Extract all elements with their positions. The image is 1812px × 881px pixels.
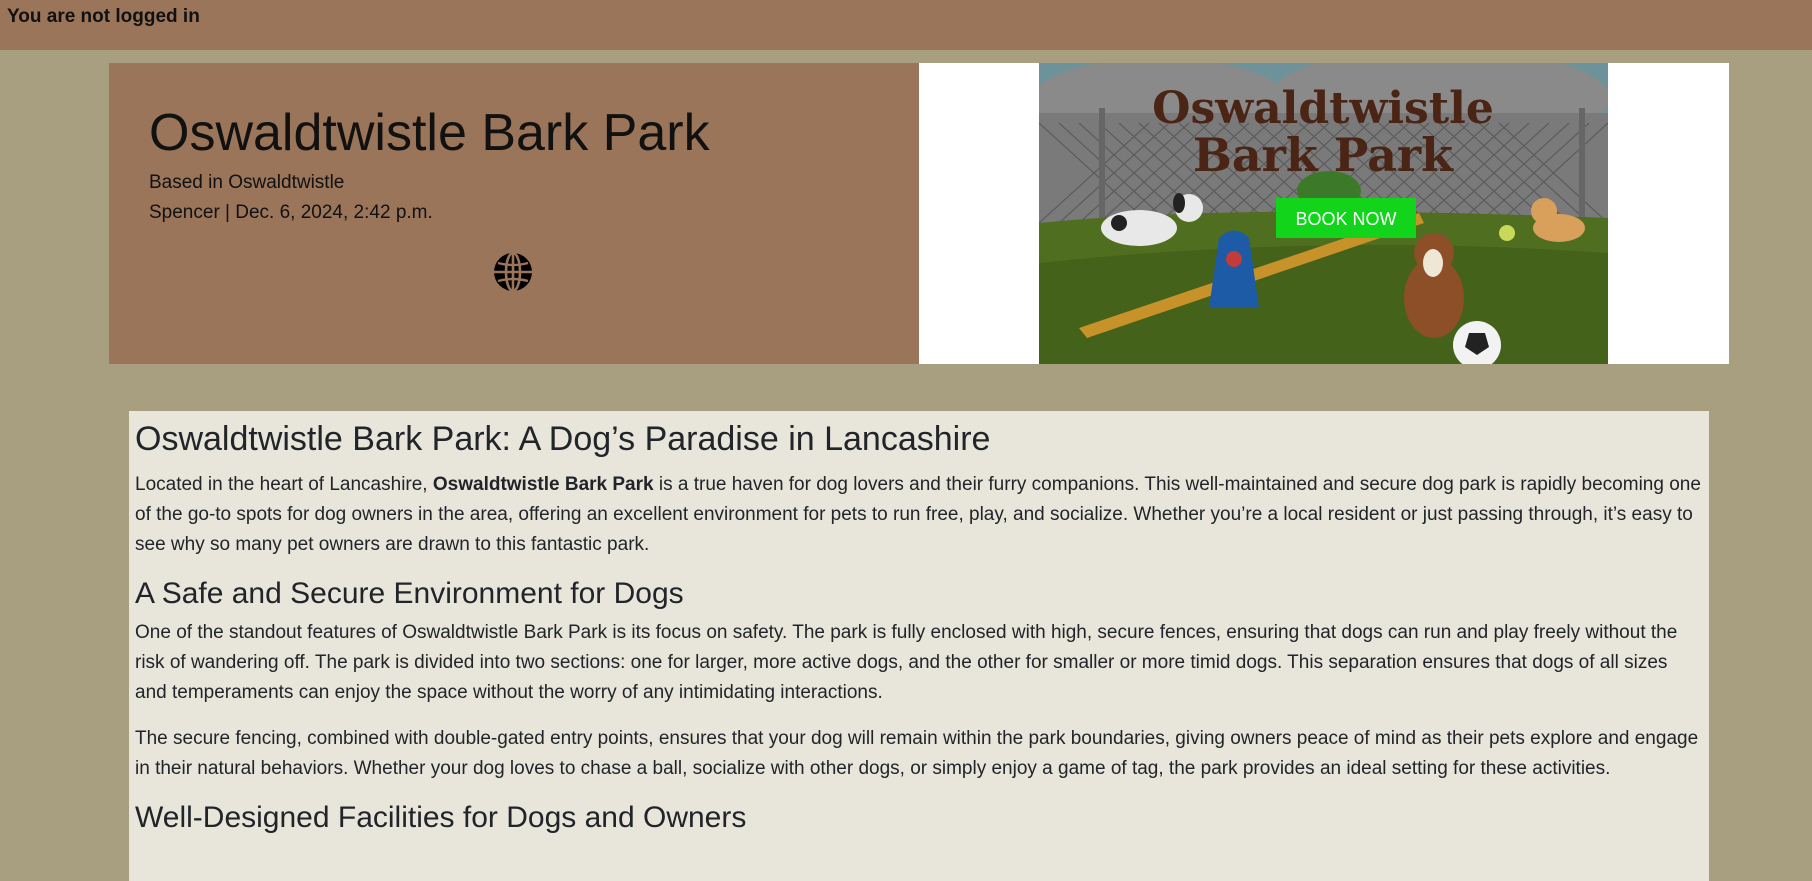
globe-icon[interactable]: [492, 251, 534, 293]
banner-title-line2: Bark Park: [1193, 128, 1454, 182]
section-heading-safety: A Safe and Secure Environment for Dogs: [135, 576, 684, 610]
book-now-button[interactable]: BOOK NOW: [1295, 209, 1396, 229]
park-image-panel: Oswaldtwistle Bark Park BOOK NOW: [919, 63, 1729, 364]
section-safety-paragraph-2: The secure fencing, combined with double…: [135, 727, 1699, 779]
section-heading-facilities: Well-Designed Facilities for Dogs and Ow…: [135, 800, 747, 834]
article-intro: Located in the heart of Lancashire, Oswa…: [135, 473, 1701, 555]
park-banner-image[interactable]: Oswaldtwistle Bark Park BOOK NOW: [1039, 63, 1608, 364]
park-author-date: Spencer | Dec. 6, 2024, 2:42 p.m.: [149, 202, 433, 224]
banner-title-line1: Oswaldtwistle: [1152, 83, 1494, 134]
park-header: Oswaldtwistle Bark Park Based in Oswaldt…: [109, 63, 1729, 364]
article-body: Oswaldtwistle Bark Park: A Dog’s Paradis…: [129, 411, 1709, 881]
login-status-text: You are not logged in: [7, 6, 200, 27]
park-info-panel: Oswaldtwistle Bark Park Based in Oswaldt…: [109, 63, 919, 364]
login-status-bar: You are not logged in: [0, 0, 1812, 50]
article-heading: Oswaldtwistle Bark Park: A Dog’s Paradis…: [135, 420, 991, 458]
park-location: Based in Oswaldtwistle: [149, 172, 345, 194]
section-safety-paragraph-1: One of the standout features of Oswaldtw…: [135, 621, 1678, 703]
park-name-bold: Oswaldtwistle Bark Park: [432, 473, 654, 495]
park-title: Oswaldtwistle Bark Park: [149, 104, 710, 162]
